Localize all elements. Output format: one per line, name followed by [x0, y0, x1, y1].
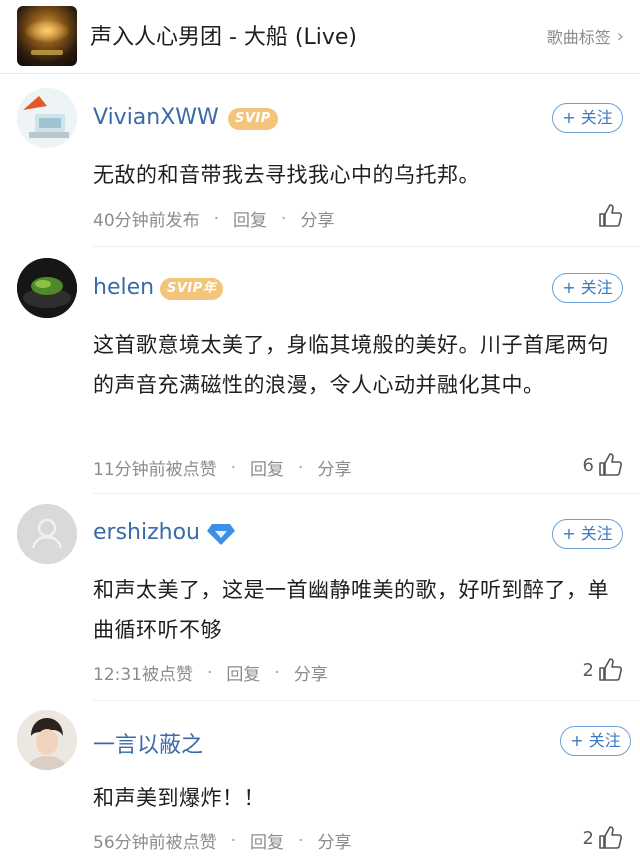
meta-dot: ·	[207, 662, 213, 683]
share-button[interactable]: 分享	[294, 660, 328, 685]
chevron-right-icon: ›	[616, 25, 624, 47]
meta-dot: ·	[230, 830, 237, 851]
avatar[interactable]	[17, 88, 77, 148]
meta-dot: ·	[274, 662, 280, 683]
avatar-image	[17, 710, 77, 770]
comment-username[interactable]: ershizhou	[93, 520, 200, 545]
thumbs-up-icon	[599, 658, 623, 681]
like-count: 6	[582, 454, 594, 476]
share-button[interactable]: 分享	[317, 828, 351, 853]
meta-dot: ·	[213, 208, 220, 229]
like-count: 2	[582, 827, 594, 849]
share-button[interactable]: 分享	[300, 206, 334, 231]
like-button[interactable]: 2	[583, 824, 624, 852]
avatar[interactable]	[17, 504, 77, 564]
comment-text: 这首歌意境太美了，身临其境般的美好。川子首尾两句的声音充满磁性的浪漫，令人心动并…	[93, 333, 609, 397]
thumbs-up-icon	[599, 826, 623, 849]
comment-username[interactable]: 一言以蔽之	[93, 727, 203, 759]
comment-text: 无敌的和音带我去寻找我心中的乌托邦。	[93, 163, 480, 187]
like-button[interactable]	[594, 202, 624, 230]
like-button[interactable]: 6	[583, 451, 624, 479]
comment-time: 11分钟前被点赞	[93, 460, 217, 480]
comment-meta: 40分钟前发布 · 回复 · 分享	[93, 206, 334, 232]
reply-button[interactable]: 回复	[233, 206, 267, 231]
follow-button[interactable]: + 关注	[552, 273, 623, 303]
song-tags-link[interactable]: 歌曲标签 ›	[547, 24, 624, 48]
comment-time: 56分钟前被点赞	[93, 833, 217, 853]
comment-meta: 11分钟前被点赞 · 回复 · 分享	[93, 455, 351, 481]
meta-dot: ·	[281, 208, 287, 229]
avatar-image	[17, 258, 77, 318]
share-button[interactable]: 分享	[317, 455, 351, 480]
meta-dot: ·	[298, 457, 304, 478]
reply-button[interactable]: 回复	[250, 455, 284, 480]
follow-button[interactable]: + 关注	[552, 103, 623, 133]
follow-button[interactable]: + 关注	[552, 519, 623, 549]
comment-text: 和声太美了，这是一首幽静唯美的歌，好听到醉了，单曲循环听不够	[93, 578, 609, 642]
album-cover[interactable]	[17, 6, 77, 66]
comment-time: 12:31被点赞	[93, 665, 193, 685]
meta-dot: ·	[298, 830, 304, 851]
comment-text: 和声美到爆炸！！	[93, 786, 265, 810]
avatar[interactable]	[17, 710, 77, 770]
comment-username[interactable]: helen	[93, 275, 154, 300]
comment-divider	[93, 700, 640, 701]
comment-time: 40分钟前发布	[93, 211, 200, 231]
svip-badge: SVIP年	[160, 278, 224, 300]
comment-divider	[93, 493, 640, 494]
comment-meta: 56分钟前被点赞 · 回复 · 分享	[93, 828, 351, 854]
like-count: 2	[582, 659, 594, 681]
song-tags-label: 歌曲标签	[546, 28, 611, 47]
default-avatar-icon	[17, 504, 77, 564]
album-cover-glow	[25, 20, 69, 42]
song-title: 声入人心男团 - 大船 (Live)	[90, 25, 358, 50]
thumbs-up-icon	[599, 453, 623, 476]
comment-divider	[93, 246, 640, 247]
svip-badge: SVIP	[228, 108, 278, 130]
diamond-icon	[207, 524, 235, 545]
reply-button[interactable]: 回复	[250, 828, 284, 853]
song-header: 声入人心男团 - 大船 (Live) 歌曲标签 ›	[0, 0, 640, 74]
comment-meta: 12:31被点赞 · 回复 · 分享	[93, 660, 328, 686]
reply-button[interactable]: 回复	[226, 660, 260, 685]
comment-username[interactable]: VivianXWW	[93, 105, 219, 130]
follow-button[interactable]: + 关注	[560, 726, 631, 756]
avatar-image	[17, 88, 77, 148]
thumbs-up-icon	[599, 204, 623, 227]
like-button[interactable]: 2	[583, 656, 624, 684]
meta-dot: ·	[230, 457, 237, 478]
avatar[interactable]	[17, 258, 77, 318]
album-cover-bar	[31, 50, 63, 55]
